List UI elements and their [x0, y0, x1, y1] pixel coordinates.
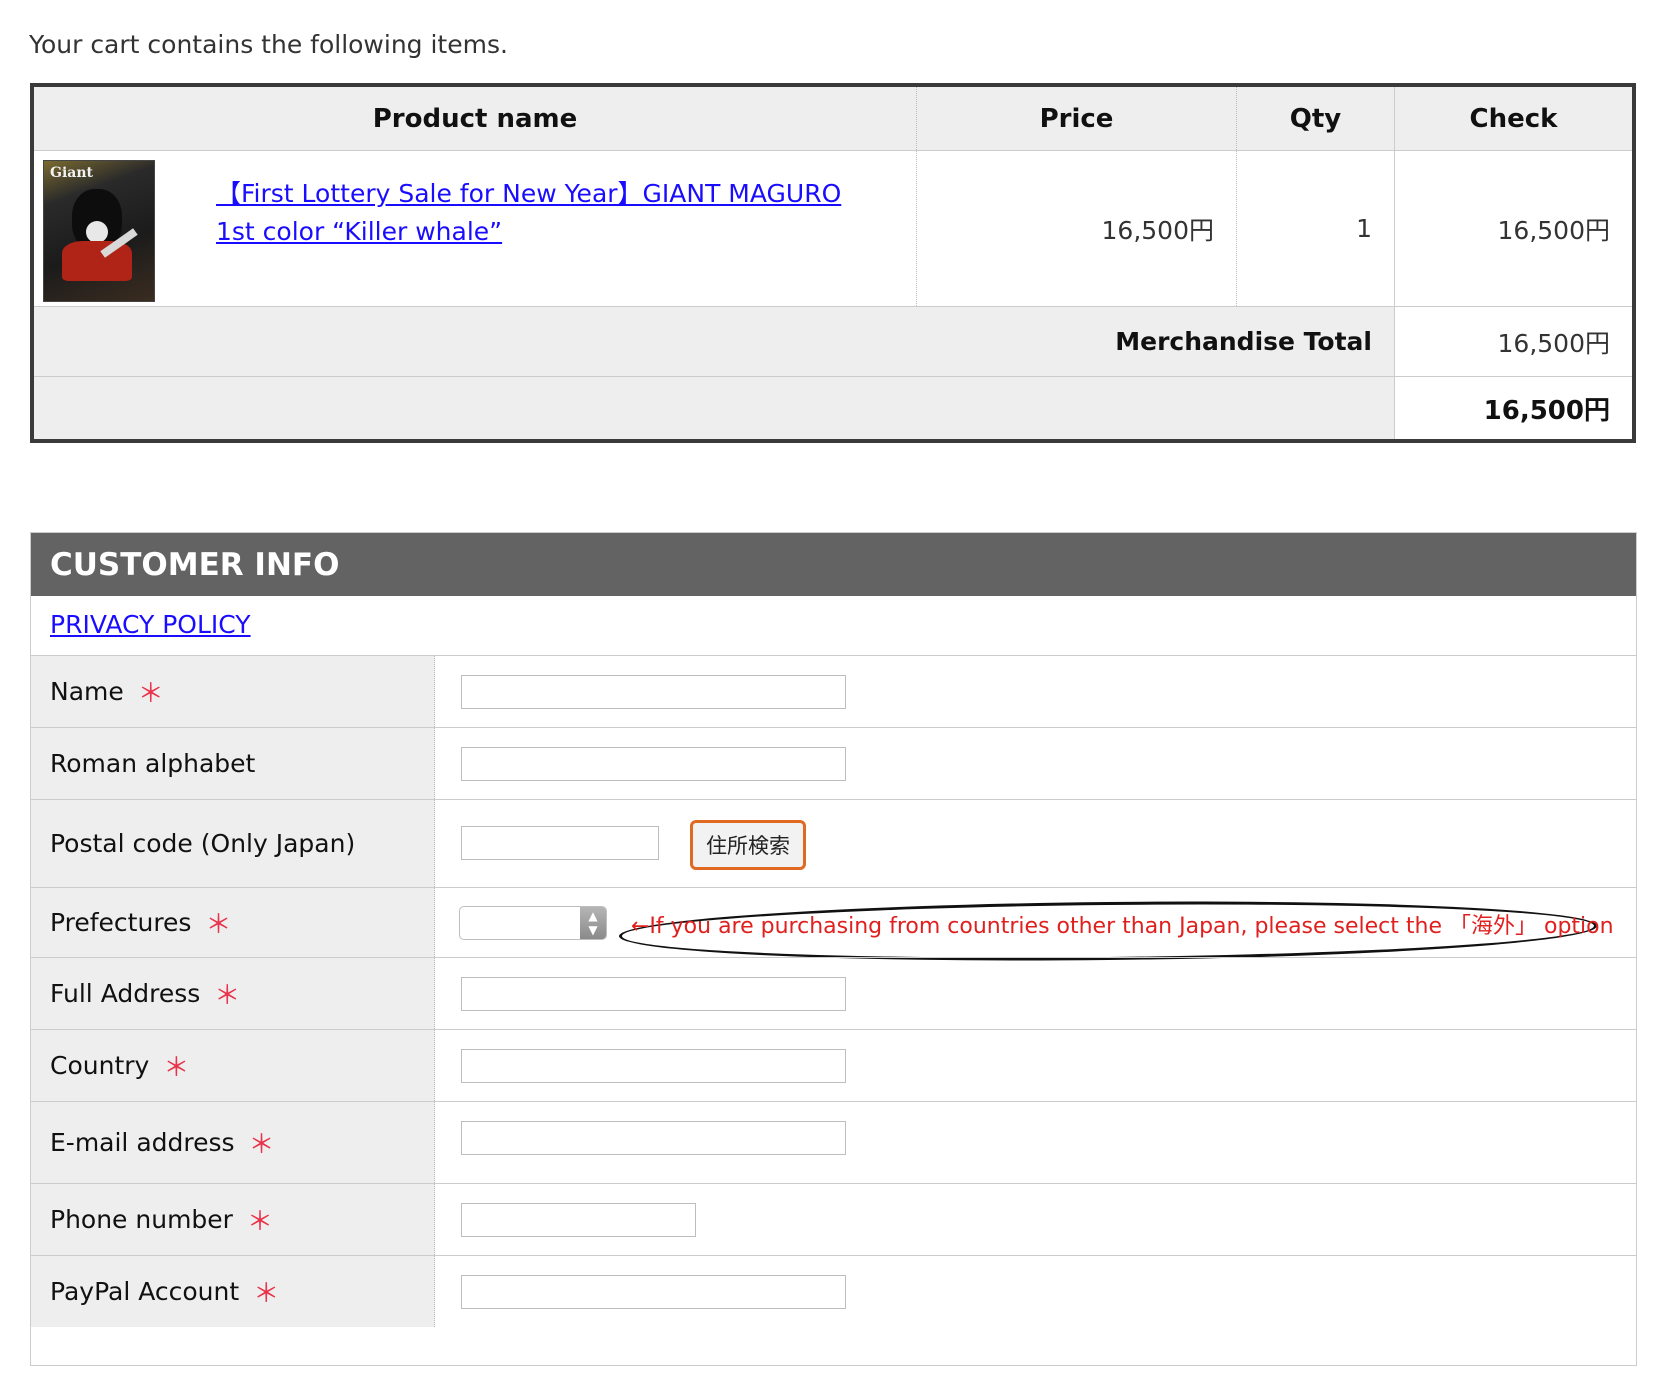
customer-info-title: CUSTOMER INFO [31, 533, 1636, 596]
email-label-cell: E-mail address ＊ [31, 1102, 435, 1183]
privacy-policy-link[interactable]: PRIVACY POLICY [50, 610, 251, 639]
grand-total-value: 16,500円 [1483, 395, 1610, 426]
prefectures-select[interactable]: ▲ ▼ [459, 906, 607, 940]
full-address-input[interactable] [461, 977, 846, 1011]
full-address-label-cell: Full Address ＊ [31, 958, 435, 1029]
email-label: E-mail address [50, 1128, 235, 1157]
phone-label-cell: Phone number ＊ [31, 1184, 435, 1255]
phone-row: Phone number ＊ [31, 1183, 1636, 1255]
postal-code-label: Postal code (Only Japan) [50, 829, 356, 858]
merchandise-total-value: 16,500円 [1497, 328, 1610, 358]
customer-info-section: CUSTOMER INFO PRIVACY POLICY Name ＊ Roma… [30, 532, 1637, 1366]
country-label: Country [50, 1051, 150, 1080]
merchandise-total-label: Merchandise Total [1115, 327, 1372, 356]
prefecture-note: ←If you are purchasing from countries ot… [631, 914, 1614, 939]
paypal-row: PayPal Account ＊ [31, 1255, 1636, 1327]
cart-table: Product name Price Qty Check Giant 【Firs… [30, 83, 1636, 443]
thumbnail-logo: Giant [50, 165, 93, 181]
header-price: Price [916, 87, 1236, 150]
thumbnail-figure-robe [62, 241, 132, 281]
name-label-cell: Name ＊ [31, 656, 435, 727]
required-mark: ＊ [246, 1207, 273, 1237]
phone-input[interactable] [461, 1203, 696, 1237]
chevron-updown-icon: ▲ ▼ [580, 907, 606, 939]
name-input[interactable] [461, 675, 846, 709]
roman-alphabet-input[interactable] [461, 747, 846, 781]
paypal-label: PayPal Account [50, 1277, 240, 1306]
product-thumbnail[interactable]: Giant [43, 160, 155, 302]
roman-alphabet-label-cell: Roman alphabet [31, 728, 435, 799]
item-check-cell: 16,500円 [1394, 151, 1632, 306]
item-price: 16,500円 [1101, 215, 1214, 245]
address-search-button[interactable]: 住所検索 [690, 820, 806, 870]
roman-alphabet-label: Roman alphabet [50, 749, 256, 778]
prefectures-label: Prefectures [50, 908, 192, 937]
required-mark: ＊ [248, 1130, 275, 1160]
country-label-cell: Country ＊ [31, 1030, 435, 1101]
country-input[interactable] [461, 1049, 846, 1083]
header-check: Check [1394, 87, 1632, 150]
postal-code-input[interactable] [461, 826, 659, 860]
full-address-row: Full Address ＊ [31, 957, 1636, 1029]
roman-alphabet-row: Roman alphabet [31, 727, 1636, 799]
email-input[interactable] [461, 1121, 846, 1155]
header-qty: Qty [1236, 87, 1394, 150]
item-qty: 1 [1356, 214, 1372, 243]
item-product-cell: Giant 【First Lottery Sale for New Year】G… [34, 151, 916, 306]
prefectures-label-cell: Prefectures ＊ [31, 888, 435, 957]
header-product-name: Product name [372, 103, 578, 134]
merchandise-total-row: Merchandise Total 16,500円 [34, 307, 1632, 377]
phone-label: Phone number [50, 1205, 233, 1234]
email-row: E-mail address ＊ [31, 1101, 1636, 1183]
required-mark: ＊ [214, 981, 241, 1011]
item-price-cell: 16,500円 [916, 151, 1236, 306]
grand-total-cell: 16,500円 [1394, 377, 1632, 439]
required-mark: ＊ [205, 910, 232, 940]
name-label: Name [50, 677, 124, 706]
paypal-label-cell: PayPal Account ＊ [31, 1256, 435, 1327]
paypal-input[interactable] [461, 1275, 846, 1309]
merchandise-total-cell: 16,500円 [1394, 307, 1632, 376]
postal-code-label-cell: Postal code (Only Japan) [31, 800, 435, 887]
postal-code-row: Postal code (Only Japan) 住所検索 [31, 799, 1636, 887]
name-row: Name ＊ [31, 655, 1636, 727]
required-mark: ＊ [137, 679, 164, 709]
prefectures-row: Prefectures ＊ ▲ ▼ ←If you are purchasing … [31, 887, 1636, 966]
cart-intro-text: Your cart contains the following items. [29, 30, 508, 59]
thumbnail-figure-belly [86, 221, 108, 243]
required-mark: ＊ [163, 1053, 190, 1083]
country-row: Country ＊ [31, 1029, 1636, 1101]
product-name-link[interactable]: 【First Lottery Sale for New Year】GIANT M… [216, 175, 866, 251]
cart-header-row: Product name Price Qty Check [34, 87, 1632, 151]
required-mark: ＊ [253, 1279, 280, 1309]
item-check: 16,500円 [1497, 215, 1610, 245]
full-address-label: Full Address [50, 979, 201, 1008]
cart-item-row: Giant 【First Lottery Sale for New Year】G… [34, 151, 1632, 307]
grand-total-row: 16,500円 [34, 377, 1632, 439]
item-qty-cell: 1 [1236, 151, 1394, 306]
